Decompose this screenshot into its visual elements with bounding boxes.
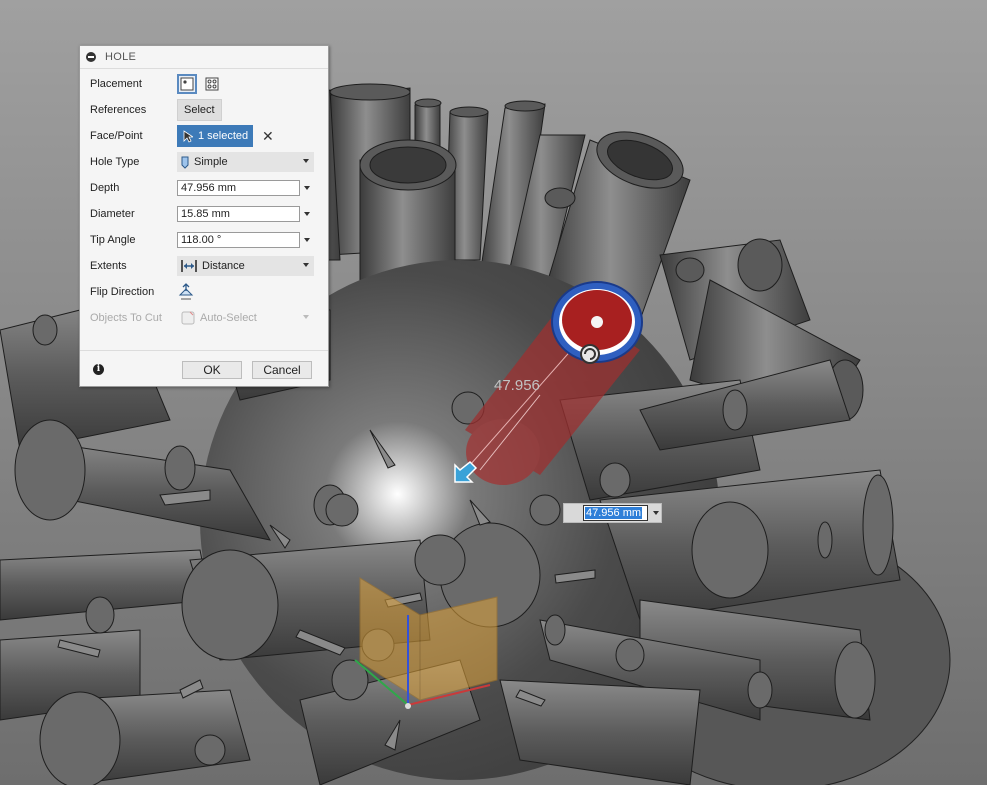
references-label: References <box>90 104 147 116</box>
tip-angle-input[interactable]: 118.00 ° <box>177 232 300 248</box>
references-row: References Select <box>80 98 328 122</box>
chevron-down-icon[interactable] <box>304 186 310 190</box>
cursor-icon <box>183 129 193 143</box>
extents-dropdown[interactable]: Distance <box>177 256 314 276</box>
auto-select-icon <box>181 311 195 325</box>
hole-icon <box>181 156 189 169</box>
chevron-down-icon <box>303 263 309 267</box>
floating-depth-input-box[interactable]: 47.956 mm <box>563 503 662 523</box>
collapse-icon[interactable] <box>86 52 96 62</box>
chevron-down-icon[interactable] <box>653 511 659 515</box>
flip-direction-label: Flip Direction <box>90 286 155 298</box>
extents-row: Extents Distance <box>80 254 328 278</box>
objects-to-cut-row: Objects To Cut Auto-Select <box>80 306 328 330</box>
placement-row: Placement <box>80 72 328 96</box>
diameter-label: Diameter <box>90 208 135 220</box>
depth-dimension-label: 47.956 <box>494 377 540 394</box>
diameter-row: Diameter 15.85 mm <box>80 202 328 226</box>
chevron-down-icon <box>303 315 309 319</box>
placement-label: Placement <box>90 78 142 90</box>
depth-row: Depth 47.956 mm <box>80 176 328 200</box>
dialog-footer: i OK Cancel <box>80 350 328 387</box>
multi-hole-icon[interactable] <box>202 74 222 94</box>
rotate-handle-icon[interactable] <box>580 344 600 364</box>
chevron-down-icon <box>303 159 309 163</box>
depth-label: Depth <box>90 182 120 194</box>
info-icon[interactable]: i <box>93 364 104 375</box>
chevron-down-icon[interactable] <box>304 238 310 242</box>
hole-type-dropdown[interactable]: Simple <box>177 152 314 172</box>
references-select-button[interactable]: Select <box>177 99 222 121</box>
extents-label: Extents <box>90 260 127 272</box>
hole-type-label: Hole Type <box>90 156 140 168</box>
extents-icon <box>181 260 197 272</box>
flip-icon[interactable] <box>177 283 195 301</box>
face-point-label: Face/Point <box>90 130 143 142</box>
hole-type-row: Hole Type Simple <box>80 150 328 174</box>
single-hole-icon[interactable] <box>177 74 197 94</box>
objects-to-cut-label: Objects To Cut <box>90 312 162 324</box>
extents-value: Distance <box>202 260 245 272</box>
hole-dialog: HOLE Placement References Select Face/Po… <box>79 45 329 387</box>
diameter-input[interactable]: 15.85 mm <box>177 206 300 222</box>
dialog-header[interactable]: HOLE <box>80 46 328 69</box>
floating-depth-input[interactable]: 47.956 mm <box>583 505 648 521</box>
tip-angle-label: Tip Angle <box>90 234 136 246</box>
ok-button[interactable]: OK <box>182 361 242 379</box>
hole-type-value: Simple <box>194 156 228 168</box>
close-icon[interactable]: ✕ <box>262 128 274 145</box>
dialog-title: HOLE <box>105 51 137 63</box>
objects-to-cut-dropdown: Auto-Select <box>177 308 314 328</box>
face-point-row: Face/Point 1 selected ✕ <box>80 124 328 148</box>
depth-input[interactable]: 47.956 mm <box>177 180 300 196</box>
face-point-value: 1 selected <box>198 130 249 142</box>
cancel-button[interactable]: Cancel <box>252 361 312 379</box>
flip-direction-row: Flip Direction <box>80 280 328 304</box>
face-point-select-button[interactable]: 1 selected <box>177 125 253 147</box>
objects-to-cut-value: Auto-Select <box>200 312 257 324</box>
chevron-down-icon[interactable] <box>304 212 310 216</box>
tip-angle-row: Tip Angle 118.00 ° <box>80 228 328 252</box>
